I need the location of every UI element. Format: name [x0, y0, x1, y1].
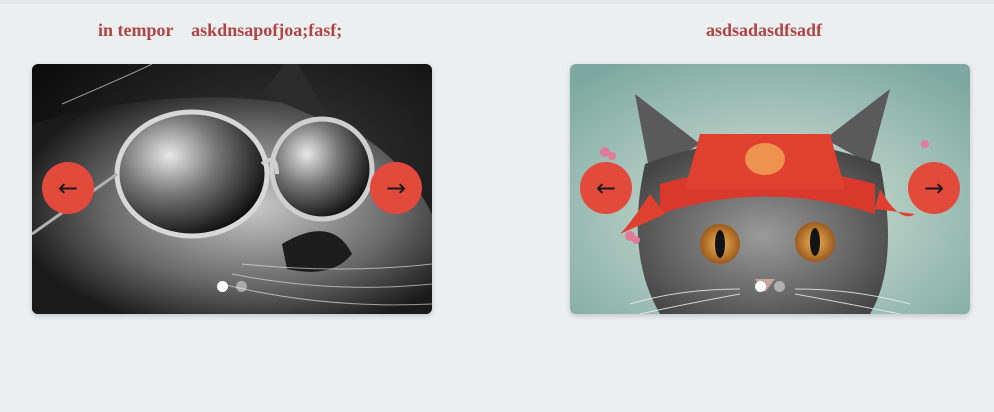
carousel-left-dot-2[interactable] — [236, 281, 247, 292]
carousel-title-left: in tempor askdnsapofjoa;fasf; — [98, 20, 343, 40]
top-divider — [0, 0, 994, 4]
carousel-left-dot-1[interactable] — [217, 281, 228, 292]
carousel-right-dot-2[interactable] — [774, 281, 785, 292]
carousel-title-right: asdsadasdfsadf — [706, 20, 823, 40]
carousel-right-pagination — [570, 281, 970, 292]
carousel-left-pagination — [32, 281, 432, 292]
image-carousel-right: ← → — [570, 64, 970, 314]
carousel-right-dot-1[interactable] — [755, 281, 766, 292]
carousel-left-next-button[interactable]: → — [370, 162, 422, 214]
carousel-right-prev-button[interactable]: ← — [580, 162, 632, 214]
carousel-left-prev-button[interactable]: ← — [42, 162, 94, 214]
carousel-right-next-button[interactable]: → — [908, 162, 960, 214]
image-carousel-left: ← → — [32, 64, 432, 314]
